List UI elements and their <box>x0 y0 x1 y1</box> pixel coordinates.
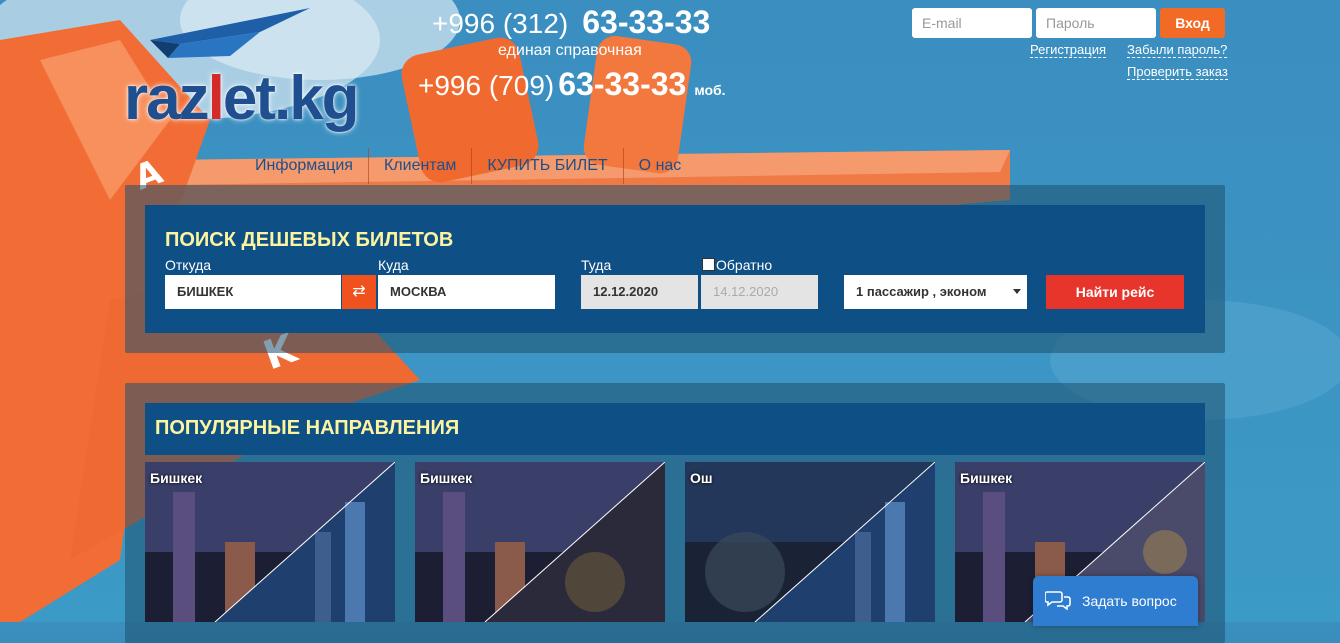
return-date-input[interactable]: 14.12.2020 <box>701 275 818 309</box>
nav-item-info[interactable]: Информация <box>240 148 369 184</box>
destination-card[interactable]: Ош <box>685 462 935 622</box>
passengers-select[interactable]: 1 пассажир , эконом <box>844 275 1027 309</box>
depart-label: Туда <box>581 257 612 273</box>
card-city: Бишкек <box>960 470 1013 486</box>
phone-code-2: +996 (709) <box>418 70 555 101</box>
nav-item-clients[interactable]: Клиентам <box>369 148 473 184</box>
card-city: Ош <box>690 470 713 486</box>
popular-header: ПОПУЛЯРНЫЕ НАПРАВЛЕНИЯ <box>145 403 1205 455</box>
caret-down-icon <box>1013 289 1021 294</box>
from-input[interactable]: БИШКЕК <box>165 275 341 309</box>
return-label: Обратно <box>716 257 773 273</box>
phone-caption: единая справочная <box>498 42 642 59</box>
depart-date-input[interactable]: 12.12.2020 <box>581 275 698 309</box>
register-link[interactable]: Регистрация <box>1030 42 1106 58</box>
logo-text: razlet.kg <box>124 64 360 133</box>
phone-number-1: 63-33-33 <box>582 4 711 40</box>
from-label: Откуда <box>165 257 212 273</box>
city-photo-image <box>145 462 395 622</box>
login-button[interactable]: Вход <box>1160 8 1225 38</box>
return-checkbox[interactable] <box>702 258 715 271</box>
forgot-password-link[interactable]: Забыли пароль? <box>1127 42 1228 58</box>
phone-mobile-suffix: моб. <box>694 82 726 98</box>
nav-item-buy-ticket[interactable]: КУПИТЬ БИЛЕТ <box>472 148 624 184</box>
phone-number-2: 63-33-33 <box>558 66 687 102</box>
site-logo[interactable]: razlet.kg <box>120 6 360 136</box>
email-input[interactable]: E-mail <box>912 8 1032 38</box>
card-city: Бишкек <box>150 470 203 486</box>
chat-bubbles-icon <box>1045 591 1071 610</box>
password-input[interactable]: Пароль <box>1036 8 1156 38</box>
destination-card[interactable]: Бишкек <box>145 462 395 622</box>
to-input[interactable]: МОСКВА <box>378 275 555 309</box>
destination-card[interactable]: Бишкек <box>415 462 665 622</box>
popular-title: ПОПУЛЯРНЫЕ НАПРАВЛЕНИЯ <box>155 417 460 439</box>
phone-line-1: +996 (312) 63-33-33 <box>432 4 710 41</box>
to-label: Куда <box>378 257 409 273</box>
phone-code-1: +996 (312) <box>432 8 569 39</box>
phone-line-2: +996 (709) 63-33-33 моб. <box>418 66 726 103</box>
passengers-value: 1 пассажир , эконом <box>856 284 987 299</box>
search-title: ПОИСК ДЕШЕВЫХ БИЛЕТОВ <box>165 229 454 251</box>
find-flight-button[interactable]: Найти рейс <box>1046 275 1184 309</box>
swap-icon[interactable]: ⇄ <box>342 275 376 309</box>
ask-question-button[interactable]: Задать вопрос <box>1033 576 1198 626</box>
card-city: Бишкек <box>420 470 473 486</box>
check-order-link[interactable]: Проверить заказ <box>1127 64 1228 80</box>
main-nav: Информация Клиентам КУПИТЬ БИЛЕТ О нас <box>240 148 696 184</box>
city-photo-image <box>415 462 665 622</box>
chat-label: Задать вопрос <box>1082 593 1177 609</box>
city-photo-image <box>685 462 935 622</box>
nav-item-about[interactable]: О нас <box>624 148 697 184</box>
search-panel: ПОИСК ДЕШЕВЫХ БИЛЕТОВ Откуда БИШКЕК ⇄ Ку… <box>145 205 1205 333</box>
